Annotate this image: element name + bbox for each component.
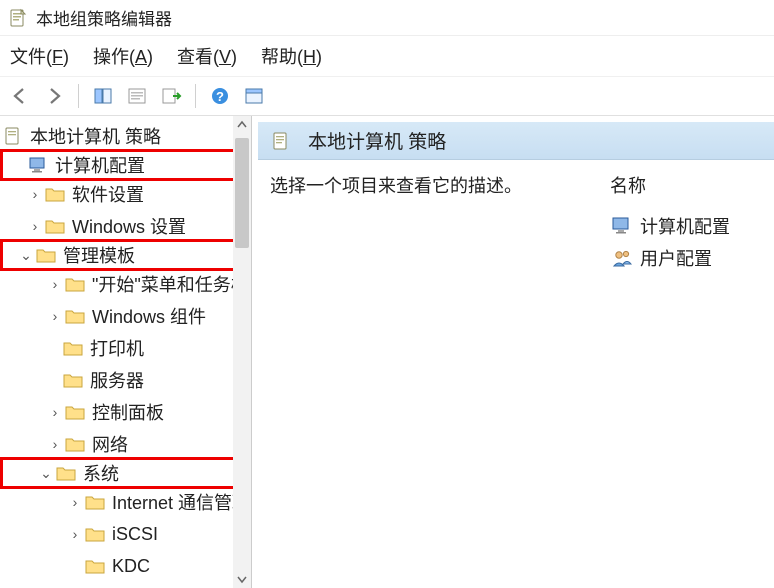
tree-label: KDC — [112, 556, 150, 577]
tree-item-internet-comm[interactable]: › Internet 通信管理 — [0, 486, 251, 518]
content-pane: 本地计算机 策略 选择一个项目来查看它的描述。 名称 计算机配置 用户配置 — [258, 116, 774, 588]
content-header: 本地计算机 策略 — [258, 122, 774, 160]
chevron-right-icon[interactable]: › — [46, 436, 64, 452]
chevron-down-icon[interactable]: ⌄ — [17, 247, 35, 264]
tree-label: Windows 设置 — [72, 213, 186, 239]
folder-icon — [84, 524, 106, 544]
name-column-header[interactable]: 名称 — [610, 172, 762, 198]
list-item-computer-config[interactable]: 计算机配置 — [610, 210, 762, 242]
tree-root[interactable]: 本地计算机 策略 — [0, 120, 251, 152]
main-area: 本地计算机 策略 计算机配置 › 软件设置 — [0, 116, 774, 588]
tree-label: 管理模板 — [63, 242, 135, 268]
tree-item-windows-components[interactable]: › Windows 组件 — [0, 300, 251, 332]
chevron-right-icon[interactable]: › — [46, 404, 64, 420]
tree-label: Windows 组件 — [92, 303, 206, 329]
tree-item-iscsi[interactable]: › iSCSI — [0, 518, 251, 550]
menu-action[interactable]: 操作(A) — [93, 43, 153, 69]
chevron-right-icon[interactable]: › — [46, 308, 64, 324]
menu-bar: 文件(F) 操作(A) 查看(V) 帮助(H) — [0, 36, 774, 76]
tree-item-admin-templates[interactable]: ⌄ 管理模板 — [0, 239, 251, 271]
list-item-user-config[interactable]: 用户配置 — [610, 242, 762, 274]
chevron-right-icon[interactable]: › — [46, 276, 64, 292]
tree-item-software-settings[interactable]: › 软件设置 — [0, 178, 251, 210]
menu-help[interactable]: 帮助(H) — [261, 43, 322, 69]
folder-icon — [64, 434, 86, 454]
chevron-right-icon[interactable]: › — [66, 526, 84, 542]
title-bar: 本地组策略编辑器 — [0, 0, 774, 36]
chevron-right-icon[interactable]: › — [26, 218, 44, 234]
tree-label: "开始"菜单和任务栏 — [92, 271, 249, 297]
tree-item-control-panel[interactable]: › 控制面板 — [0, 396, 251, 428]
tree-item-computer-config[interactable]: 计算机配置 — [0, 149, 251, 181]
folder-icon — [62, 338, 84, 358]
properties-button[interactable] — [123, 82, 151, 110]
policy-icon — [2, 126, 24, 146]
tree-label: Internet 通信管理 — [112, 489, 250, 515]
svg-text:?: ? — [216, 89, 224, 104]
nav-tree[interactable]: 本地计算机 策略 计算机配置 › 软件设置 — [0, 116, 251, 586]
folder-icon — [64, 402, 86, 422]
tree-label: 网络 — [92, 431, 128, 457]
computer-icon — [27, 155, 49, 175]
chevron-right-icon[interactable]: › — [66, 494, 84, 510]
tree-item-windows-settings[interactable]: › Windows 设置 — [0, 210, 251, 242]
folder-icon — [84, 556, 106, 576]
toolbar-separator — [195, 84, 196, 108]
content-title: 本地计算机 策略 — [308, 127, 446, 154]
tree-label: 打印机 — [90, 335, 144, 361]
tree-label: 计算机配置 — [55, 152, 145, 178]
list-item-label: 计算机配置 — [640, 213, 730, 239]
folder-icon — [35, 245, 57, 265]
users-icon — [610, 247, 634, 269]
tree-item-start-menu[interactable]: › "开始"菜单和任务栏 — [0, 268, 251, 300]
scroll-up-icon[interactable] — [233, 116, 251, 134]
folder-icon — [84, 492, 106, 512]
tree-label: 本地计算机 策略 — [30, 123, 161, 149]
chevron-down-icon[interactable]: ⌄ — [37, 465, 55, 482]
folder-icon — [55, 463, 77, 483]
app-icon — [8, 8, 28, 28]
scroll-down-icon[interactable] — [233, 570, 251, 588]
toolbar: ? — [0, 76, 774, 116]
policy-icon — [270, 131, 292, 151]
tree-item-printers[interactable]: 打印机 — [0, 332, 251, 364]
window-title: 本地组策略编辑器 — [36, 5, 172, 30]
export-button[interactable] — [157, 82, 185, 110]
tree-item-system[interactable]: ⌄ 系统 — [0, 457, 251, 489]
nav-forward-button[interactable] — [40, 82, 68, 110]
tree-item-servers[interactable]: 服务器 — [0, 364, 251, 396]
folder-icon — [64, 274, 86, 294]
tree-pane: 本地计算机 策略 计算机配置 › 软件设置 — [0, 116, 252, 588]
scrollbar-thumb[interactable] — [235, 138, 249, 248]
help-button[interactable]: ? — [206, 82, 234, 110]
tree-label: 软件设置 — [72, 181, 144, 207]
toolbar-separator — [78, 84, 79, 108]
tree-label: 控制面板 — [92, 399, 164, 425]
tree-item-network[interactable]: › 网络 — [0, 428, 251, 460]
computer-icon — [610, 215, 634, 237]
folder-icon — [44, 184, 66, 204]
description-text: 选择一个项目来查看它的描述。 — [270, 172, 610, 274]
list-item-label: 用户配置 — [640, 245, 712, 271]
show-hide-tree-button[interactable] — [89, 82, 117, 110]
tree-label: 系统 — [83, 460, 119, 486]
chevron-right-icon[interactable]: › — [26, 186, 44, 202]
tree-item-kdc[interactable]: KDC — [0, 550, 251, 582]
menu-view[interactable]: 查看(V) — [177, 43, 237, 69]
tree-label: iSCSI — [112, 524, 158, 545]
show-hide-actions-button[interactable] — [240, 82, 268, 110]
tree-scrollbar[interactable] — [233, 116, 251, 588]
folder-icon — [62, 370, 84, 390]
tree-label: 服务器 — [90, 367, 144, 393]
folder-icon — [44, 216, 66, 236]
folder-icon — [64, 306, 86, 326]
menu-file[interactable]: 文件(F) — [10, 43, 69, 69]
nav-back-button[interactable] — [6, 82, 34, 110]
content-body: 选择一个项目来查看它的描述。 名称 计算机配置 用户配置 — [258, 160, 774, 286]
